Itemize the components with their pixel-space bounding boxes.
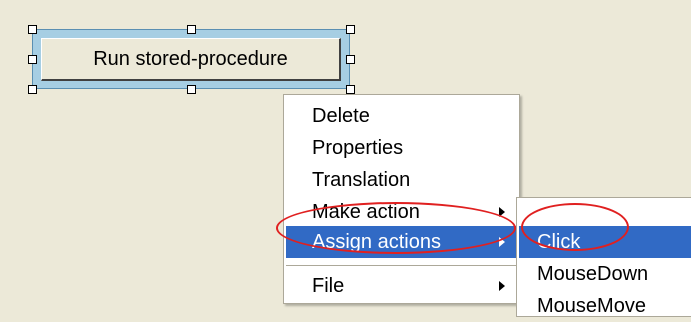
submenu-item-label: MouseMove (537, 295, 646, 317)
submenu-item-click[interactable]: Click (519, 226, 691, 258)
menu-item-label: Properties (312, 137, 404, 159)
resize-handle-top-left[interactable] (28, 25, 37, 34)
menu-item-assign-actions[interactable]: Assign actions (286, 226, 517, 258)
submenu-item-label: Click (537, 231, 581, 253)
resize-handle-top-center[interactable] (187, 25, 196, 34)
menu-item-label: Assign actions (312, 231, 441, 253)
submenu-arrow-icon (499, 281, 505, 291)
form-design-surface[interactable]: Run stored-procedure Delete Properties T… (0, 0, 691, 317)
menu-separator (286, 265, 517, 266)
button-label: Run stored-procedure (93, 47, 288, 70)
submenu-arrow-icon (499, 207, 505, 217)
menu-item-label: Make action (312, 201, 420, 223)
submenu-item-mousedown[interactable]: MouseDown (519, 258, 691, 290)
resize-handle-top-right[interactable] (346, 25, 355, 34)
resize-handle-bottom-center[interactable] (187, 85, 196, 94)
menu-item-label: File (312, 275, 345, 297)
resize-handle-bottom-right[interactable] (346, 85, 355, 94)
resize-handle-middle-right[interactable] (346, 55, 355, 64)
context-menu: Delete Properties Translation Make actio… (283, 94, 520, 304)
menu-item-make-action[interactable]: Make action (286, 196, 517, 228)
submenu-arrow-icon (499, 237, 505, 247)
menu-item-properties[interactable]: Properties (286, 132, 517, 164)
run-stored-procedure-button[interactable]: Run stored-procedure (41, 38, 341, 81)
resize-handle-bottom-left[interactable] (28, 85, 37, 94)
assign-actions-submenu: Click MouseDown MouseMove (516, 197, 691, 317)
menu-item-label: Translation (312, 169, 411, 191)
menu-item-label: Delete (312, 105, 370, 127)
menu-item-translation[interactable]: Translation (286, 164, 517, 196)
submenu-item-label: MouseDown (537, 263, 649, 285)
resize-handle-middle-left[interactable] (28, 55, 37, 64)
menu-item-file[interactable]: File (286, 270, 517, 302)
menu-item-delete[interactable]: Delete (286, 100, 517, 132)
